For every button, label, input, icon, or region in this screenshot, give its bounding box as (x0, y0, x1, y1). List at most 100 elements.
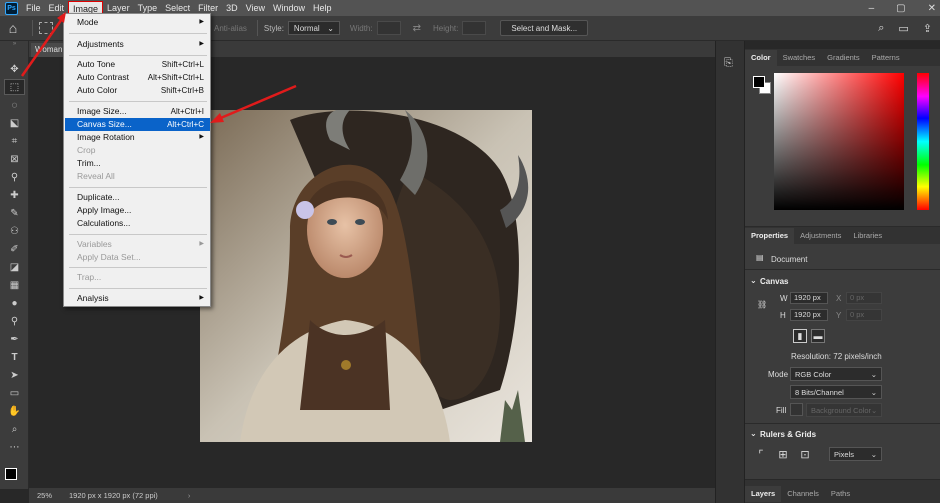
home-icon[interactable]: ⌂ (0, 16, 26, 41)
tab-libraries[interactable]: Libraries (847, 228, 888, 244)
maximize-button[interactable]: ▢ (896, 3, 905, 14)
menu-item-auto-color[interactable]: Auto Color Shift+Ctrl+B (65, 84, 210, 97)
tab-color[interactable]: Color (745, 50, 777, 66)
canvas-x-field[interactable]: 0 px (846, 292, 882, 304)
ruler-units-select[interactable]: Pixels ⌄ (829, 447, 882, 461)
menu-separator (69, 234, 207, 235)
hue-slider[interactable] (917, 73, 929, 210)
menu-file[interactable]: File (22, 1, 45, 15)
portrait-orientation-icon[interactable]: ▮ (793, 329, 807, 343)
menu-item-calculations[interactable]: Calculations... (65, 217, 210, 230)
fill-select[interactable]: Background Color ⌄ (806, 403, 882, 417)
move-tool-icon[interactable]: ✥ (4, 61, 25, 77)
pen-tool-icon[interactable]: ✒ (4, 331, 25, 347)
close-button[interactable]: ✕ (928, 3, 936, 14)
type-tool-icon[interactable]: T (4, 349, 25, 365)
marquee-preset-icon[interactable] (39, 22, 53, 34)
tab-paths[interactable]: Paths (825, 486, 856, 502)
brush-tool-icon[interactable]: ✎ (4, 205, 25, 221)
panel-foreground-swatch[interactable] (753, 76, 765, 88)
rectangular-marquee-tool-icon[interactable]: ⬚ (4, 79, 25, 95)
link-icon[interactable]: ⛓ (757, 300, 767, 309)
menu-item-label: Trap... (77, 272, 102, 282)
menu-item-analysis[interactable]: Analysis ▶ (65, 292, 210, 305)
height-field[interactable] (462, 21, 487, 35)
menu-item-canvas-size[interactable]: Canvas Size... Alt+Ctrl+C (65, 118, 210, 131)
healing-brush-tool-icon[interactable]: ✚ (4, 187, 25, 203)
eraser-tool-icon[interactable]: ◪ (4, 259, 25, 275)
share-icon[interactable]: ⇪ (923, 22, 932, 35)
style-label: Style: (263, 23, 284, 33)
menu-item-label: Mode (77, 17, 99, 27)
lasso-tool-icon[interactable]: ◌ (4, 97, 25, 113)
fill-swatch[interactable] (790, 403, 803, 416)
menu-3d[interactable]: 3D (222, 1, 242, 15)
workspace-icon[interactable]: ▭ (898, 22, 908, 35)
photoshop-logo: Ps (5, 1, 18, 15)
ruler-icon[interactable]: ⌜ (754, 447, 768, 461)
zoom-level[interactable]: 25% (29, 491, 59, 500)
chevron-right-icon[interactable]: › (188, 491, 191, 500)
foreground-color-swatch[interactable] (5, 468, 17, 480)
dodge-tool-icon[interactable]: ⚲ (4, 313, 25, 329)
tab-patterns[interactable]: Patterns (866, 50, 906, 66)
frame-tool-icon[interactable]: ⊠ (4, 151, 25, 167)
select-and-mask-button[interactable]: Select and Mask... (500, 20, 589, 36)
tab-properties[interactable]: Properties (745, 228, 795, 244)
swap-icon[interactable]: ⇄ (413, 23, 421, 34)
menu-item-adjustments[interactable]: Adjustments ▶ (65, 38, 210, 51)
history-brush-tool-icon[interactable]: ✐ (4, 241, 25, 257)
width-field[interactable] (376, 21, 401, 35)
canvas-height-field[interactable]: 1920 px (790, 309, 828, 321)
document-icon: ▤ (756, 253, 764, 262)
collapse-icon[interactable]: » (4, 41, 25, 47)
bit-depth-value: 8 Bits/Channel (795, 387, 844, 397)
color-swatches[interactable] (5, 468, 25, 488)
menu-item-image-rotation[interactable]: Image Rotation ▶ (65, 131, 210, 144)
color-field[interactable] (774, 73, 904, 210)
grid-icon[interactable]: ⊞ (776, 447, 790, 461)
color-mode-select[interactable]: RGB Color ⌄ (790, 367, 882, 381)
bit-depth-select[interactable]: 8 Bits/Channel ⌄ (790, 385, 882, 399)
more-tools-icon[interactable]: ⋯ (4, 439, 25, 455)
zoom-tool-icon[interactable]: ⌕ (4, 421, 25, 437)
menu-item-trim[interactable]: Trim... (65, 157, 210, 170)
rectangle-tool-icon[interactable]: ▭ (4, 385, 25, 401)
tab-channels[interactable]: Channels (781, 486, 825, 502)
crop-tool-icon[interactable]: ⌗ (4, 133, 25, 149)
history-panel-icon[interactable]: ⎘ (724, 57, 733, 70)
menu-item-mode[interactable]: Mode ▶ (65, 16, 210, 29)
tab-adjustments[interactable]: Adjustments (794, 228, 847, 244)
chevron-down-icon: ⌄ (871, 405, 878, 415)
minimize-button[interactable]: – (869, 3, 875, 14)
artwork-image[interactable] (200, 110, 532, 442)
canvas-y-field[interactable]: 0 px (846, 309, 882, 321)
eyedropper-tool-icon[interactable]: ⚲ (4, 169, 25, 185)
canvas-section-chevron-icon[interactable]: ⌄ (750, 276, 757, 285)
tab-swatches[interactable]: Swatches (777, 50, 822, 66)
path-selection-tool-icon[interactable]: ➤ (4, 367, 25, 383)
menu-item-image-size[interactable]: Image Size... Alt+Ctrl+I (65, 105, 210, 118)
clone-stamp-tool-icon[interactable]: ⚇ (4, 223, 25, 239)
menu-help[interactable]: Help (309, 1, 336, 15)
image-menu-dropdown: Mode ▶ Adjustments ▶ Auto Tone Shift+Ctr… (63, 13, 211, 307)
canvas-width-field[interactable]: 1920 px (790, 292, 828, 304)
search-icon[interactable]: ⌕ (878, 22, 884, 35)
window-controls: – ▢ ✕ (869, 0, 936, 16)
tab-layers[interactable]: Layers (745, 486, 782, 502)
landscape-orientation-icon[interactable]: ▬ (811, 329, 825, 343)
object-selection-tool-icon[interactable]: ⬕ (4, 115, 25, 131)
guides-icon[interactable]: ⊡ (798, 447, 812, 461)
menu-item-auto-contrast[interactable]: Auto Contrast Alt+Shift+Ctrl+L (65, 71, 210, 84)
tab-gradients[interactable]: Gradients (821, 50, 866, 66)
menu-item-auto-tone[interactable]: Auto Tone Shift+Ctrl+L (65, 58, 210, 71)
hand-tool-icon[interactable]: ✋ (4, 403, 25, 419)
menu-item-duplicate[interactable]: Duplicate... (65, 191, 210, 204)
style-select[interactable]: Normal ⌄ (287, 21, 340, 35)
blur-tool-icon[interactable]: ● (4, 295, 25, 311)
menu-window[interactable]: Window (269, 1, 309, 15)
rulers-section-chevron-icon[interactable]: ⌄ (750, 429, 757, 438)
menu-item-apply-image[interactable]: Apply Image... (65, 204, 210, 217)
gradient-tool-icon[interactable]: ▦ (4, 277, 25, 293)
menu-view[interactable]: View (242, 1, 269, 15)
